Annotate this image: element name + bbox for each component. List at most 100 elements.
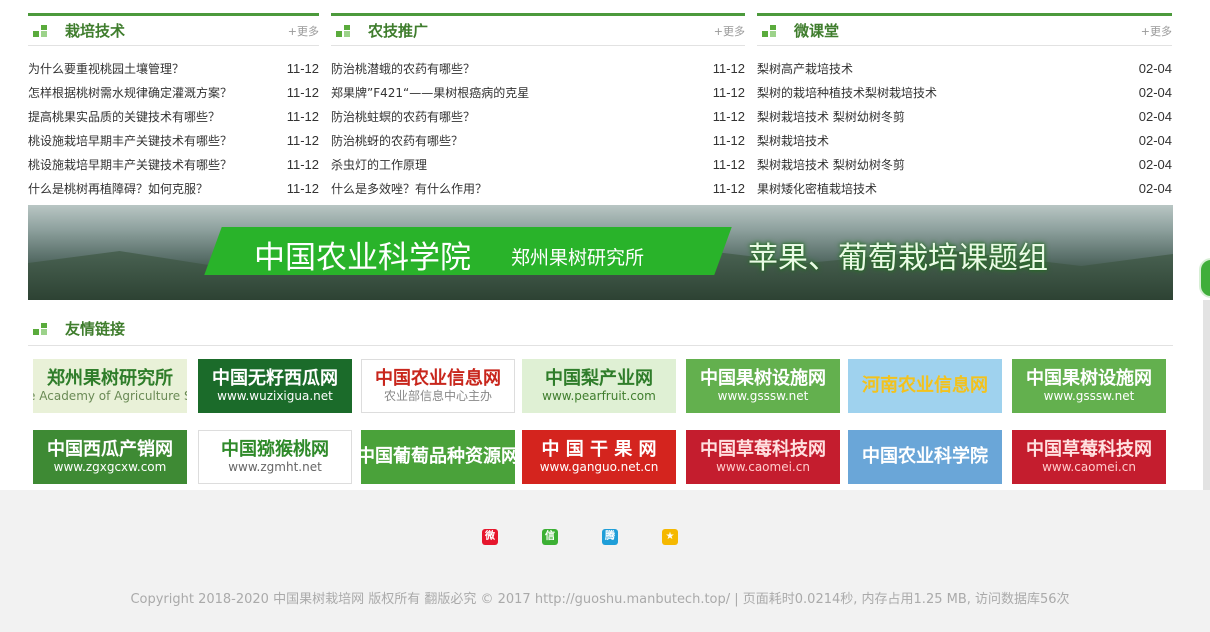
article-title[interactable]: 提高桃果实品质的关键技术有哪些？ xyxy=(28,108,220,125)
friendly-link-logo[interactable]: 中国无籽西瓜网 www.wuzixigua.net xyxy=(198,359,352,413)
list-item[interactable]: 梨树栽培技术 02-04 xyxy=(757,128,1172,152)
list-item[interactable]: 为什么要重视桃园土壤管理？ 11-12 xyxy=(28,56,319,80)
section-title-wrap: 农技推广 xyxy=(331,20,428,41)
list-item[interactable]: 防治桃蛀螟的农药有哪些？ 11-12 xyxy=(331,104,745,128)
section-title: 栽培技术 xyxy=(65,22,126,40)
tencent-weibo-icon[interactable]: 腾 xyxy=(602,529,618,545)
article-date: 11-12 xyxy=(286,132,319,148)
article-title[interactable]: 桃设施栽培早期丰产关键技术有哪些？ xyxy=(28,132,232,149)
friendly-link-logo[interactable]: 河南农业信息网 xyxy=(848,359,1002,413)
friendly-link-logo[interactable]: 郑州果树研究所inese Academy of Agriculture Scie… xyxy=(33,359,187,413)
list-item[interactable]: 怎样根据桃树需水规律确定灌溉方案？ 11-12 xyxy=(28,80,319,104)
list-item[interactable]: 果树矮化密植栽培技术 02-04 xyxy=(757,176,1172,200)
friendly-link-logo[interactable]: 中国农业科学院 xyxy=(848,430,1002,484)
logo-url: inese Academy of Agriculture Scien xyxy=(33,388,187,403)
list-item[interactable]: 防治桃蚜的农药有哪些？ 11-12 xyxy=(331,128,745,152)
copyright-text: Copyright 2018-2020 中国果树栽培网 版权所有 翻版必究 © … xyxy=(130,592,1070,607)
list-item[interactable]: 杀虫灯的工作原理 11-12 xyxy=(331,152,745,176)
friendly-link-logo[interactable]: 中国西瓜产销网 www.zgxgcxw.com xyxy=(33,430,187,484)
more-link[interactable]: +更多 xyxy=(288,23,319,39)
logo-title: 中 国 干 果 网 xyxy=(541,438,657,460)
banner-sub-title: 郑州果树研究所 xyxy=(511,247,645,269)
friendly-link-logo[interactable]: 中国果树设施网 www.gsssw.net xyxy=(1012,359,1166,413)
weibo-icon[interactable]: 微 xyxy=(482,529,498,545)
article-date: 02-04 xyxy=(1138,108,1172,124)
article-date: 11-12 xyxy=(712,132,745,148)
logo-title: 郑州果树研究所 xyxy=(47,367,173,389)
logo-title: 中国果树设施网 xyxy=(700,367,826,389)
logo-title: 中国草莓科技网 xyxy=(1026,438,1152,460)
banner-main-title: 中国农业科学院 xyxy=(254,240,471,276)
friendly-link-logo[interactable]: 中国梨产业网 www.pearfruit.com xyxy=(522,359,676,413)
friendly-link-logo[interactable]: 中国草莓科技网 www.caomei.cn xyxy=(1012,430,1166,484)
footer: 微 信 腾 ★ Copyright 2018-2020 中国果树栽培网 版权所有 翻版… xyxy=(0,490,1210,632)
qzone-icon[interactable]: ★ xyxy=(662,529,678,545)
list-item[interactable]: 桃设施栽培早期丰产关键技术有哪些？ 11-12 xyxy=(28,152,319,176)
article-date: 11-12 xyxy=(286,180,319,196)
section-extension: 农技推广 +更多 防治桃潜蛾的农药有哪些？ 11-12 郑果牌”F421“——果树… xyxy=(331,13,745,200)
list-item[interactable]: 梨树高产栽培技术 02-04 xyxy=(757,56,1172,80)
logo-url: www.caomei.cn xyxy=(716,459,810,474)
list-item[interactable]: 桃设施栽培早期丰产关键技术有哪些？ 11-12 xyxy=(28,128,319,152)
article-date: 02-04 xyxy=(1138,60,1172,76)
article-date: 11-12 xyxy=(712,108,745,124)
list-item[interactable]: 梨树栽培技术 梨树幼树冬剪 02-04 xyxy=(757,104,1172,128)
article-title[interactable]: 什么是桃树再植障碍？如何克服？ xyxy=(28,180,208,197)
logo-title: 中国猕猴桃网 xyxy=(221,438,329,460)
friendly-link-logo[interactable]: 中国草莓科技网 www.caomei.cn xyxy=(686,430,840,484)
article-title[interactable]: 为什么要重视桃园土壤管理？ xyxy=(28,60,184,77)
article-date: 02-04 xyxy=(1138,180,1172,196)
article-title[interactable]: 防治桃蛀螟的农药有哪些？ xyxy=(331,108,475,125)
friendly-link-logo[interactable]: 中国农业信息网 农业部信息中心主办 xyxy=(361,359,515,413)
article-title[interactable]: 郑果牌”F421“——果树根癌病的克星 xyxy=(331,84,529,101)
article-date: 11-12 xyxy=(286,84,319,100)
friendly-link-logo[interactable]: 中国葡萄品种资源网 xyxy=(361,430,515,484)
logo-title: 河南农业信息网 xyxy=(862,375,988,397)
article-title[interactable]: 桃设施栽培早期丰产关键技术有哪些？ xyxy=(28,156,232,173)
article-title[interactable]: 梨树栽培技术 梨树幼树冬剪 xyxy=(757,156,905,173)
logo-url: www.pearfruit.com xyxy=(542,388,656,403)
section-title: 农技推广 xyxy=(368,22,429,40)
floating-service-button[interactable] xyxy=(1199,258,1210,298)
article-title[interactable]: 什么是多效唑？有什么作用？ xyxy=(331,180,487,197)
article-title[interactable]: 梨树栽培技术 xyxy=(757,132,829,149)
list-item[interactable]: 梨树栽培技术 梨树幼树冬剪 02-04 xyxy=(757,152,1172,176)
more-link[interactable]: +更多 xyxy=(1141,23,1172,39)
institute-banner[interactable]: 中国农业科学院 郑州果树研究所 苹果、葡萄栽培课题组 xyxy=(28,205,1173,300)
section-squares-icon xyxy=(33,322,48,335)
list-item[interactable]: 什么是多效唑？有什么作用？ 11-12 xyxy=(331,176,745,200)
article-date: 02-04 xyxy=(1138,132,1172,148)
article-title[interactable]: 梨树的栽培种植技术梨树栽培技术 xyxy=(757,84,937,101)
article-title[interactable]: 杀虫灯的工作原理 xyxy=(331,156,427,173)
section-cultivation: 栽培技术 +更多 为什么要重视桃园土壤管理？ 11-12 怎样根据桃树需水规律确定… xyxy=(28,13,319,200)
list-item[interactable]: 郑果牌”F421“——果树根癌病的克星 11-12 xyxy=(331,80,745,104)
article-list: 梨树高产栽培技术 02-04 梨树的栽培种植技术梨树栽培技术 02-04 梨树栽培技… xyxy=(757,56,1172,200)
article-title[interactable]: 防治桃蚜的农药有哪些？ xyxy=(331,132,463,149)
friendly-links-header: 友情链接 xyxy=(28,312,1173,346)
article-title[interactable]: 防治桃潜蛾的农药有哪些？ xyxy=(331,60,475,77)
friendly-link-logo[interactable]: 中国猕猴桃网 www.zgmht.net xyxy=(198,430,352,484)
list-item[interactable]: 防治桃潜蛾的农药有哪些？ 11-12 xyxy=(331,56,745,80)
list-item[interactable]: 梨树的栽培种植技术梨树栽培技术 02-04 xyxy=(757,80,1172,104)
list-item[interactable]: 提高桃果实品质的关键技术有哪些？ 11-12 xyxy=(28,104,319,128)
friendly-link-logo[interactable]: 中 国 干 果 网 www.ganguo.net.cn xyxy=(522,430,676,484)
scrollbar[interactable] xyxy=(1203,300,1210,490)
article-title[interactable]: 怎样根据桃树需水规律确定灌溉方案？ xyxy=(28,84,232,101)
logo-url: 农业部信息中心主办 xyxy=(383,388,492,403)
article-date: 02-04 xyxy=(1138,84,1172,100)
article-list: 防治桃潜蛾的农药有哪些？ 11-12 郑果牌”F421“——果树根癌病的克星 11-… xyxy=(331,56,745,200)
section-squares-icon xyxy=(33,24,48,37)
wechat-icon[interactable]: 信 xyxy=(542,529,558,545)
logo-url: www.wuzixigua.net xyxy=(217,388,333,403)
logo-url: www.gsssw.net xyxy=(1043,388,1135,403)
logo-url: www.zgmht.net xyxy=(228,459,322,474)
friendly-link-logo[interactable]: 中国果树设施网 www.gsssw.net xyxy=(686,359,840,413)
article-title[interactable]: 梨树栽培技术 梨树幼树冬剪 xyxy=(757,108,905,125)
list-item[interactable]: 什么是桃树再植障碍？如何克服？ 11-12 xyxy=(28,176,319,200)
article-title[interactable]: 梨树高产栽培技术 xyxy=(757,60,853,77)
section-header: 微课堂 +更多 xyxy=(757,13,1172,46)
article-title[interactable]: 果树矮化密植栽培技术 xyxy=(757,180,877,197)
article-date: 11-12 xyxy=(286,156,319,172)
more-link[interactable]: +更多 xyxy=(714,23,745,39)
logo-title: 中国无籽西瓜网 xyxy=(212,367,338,389)
